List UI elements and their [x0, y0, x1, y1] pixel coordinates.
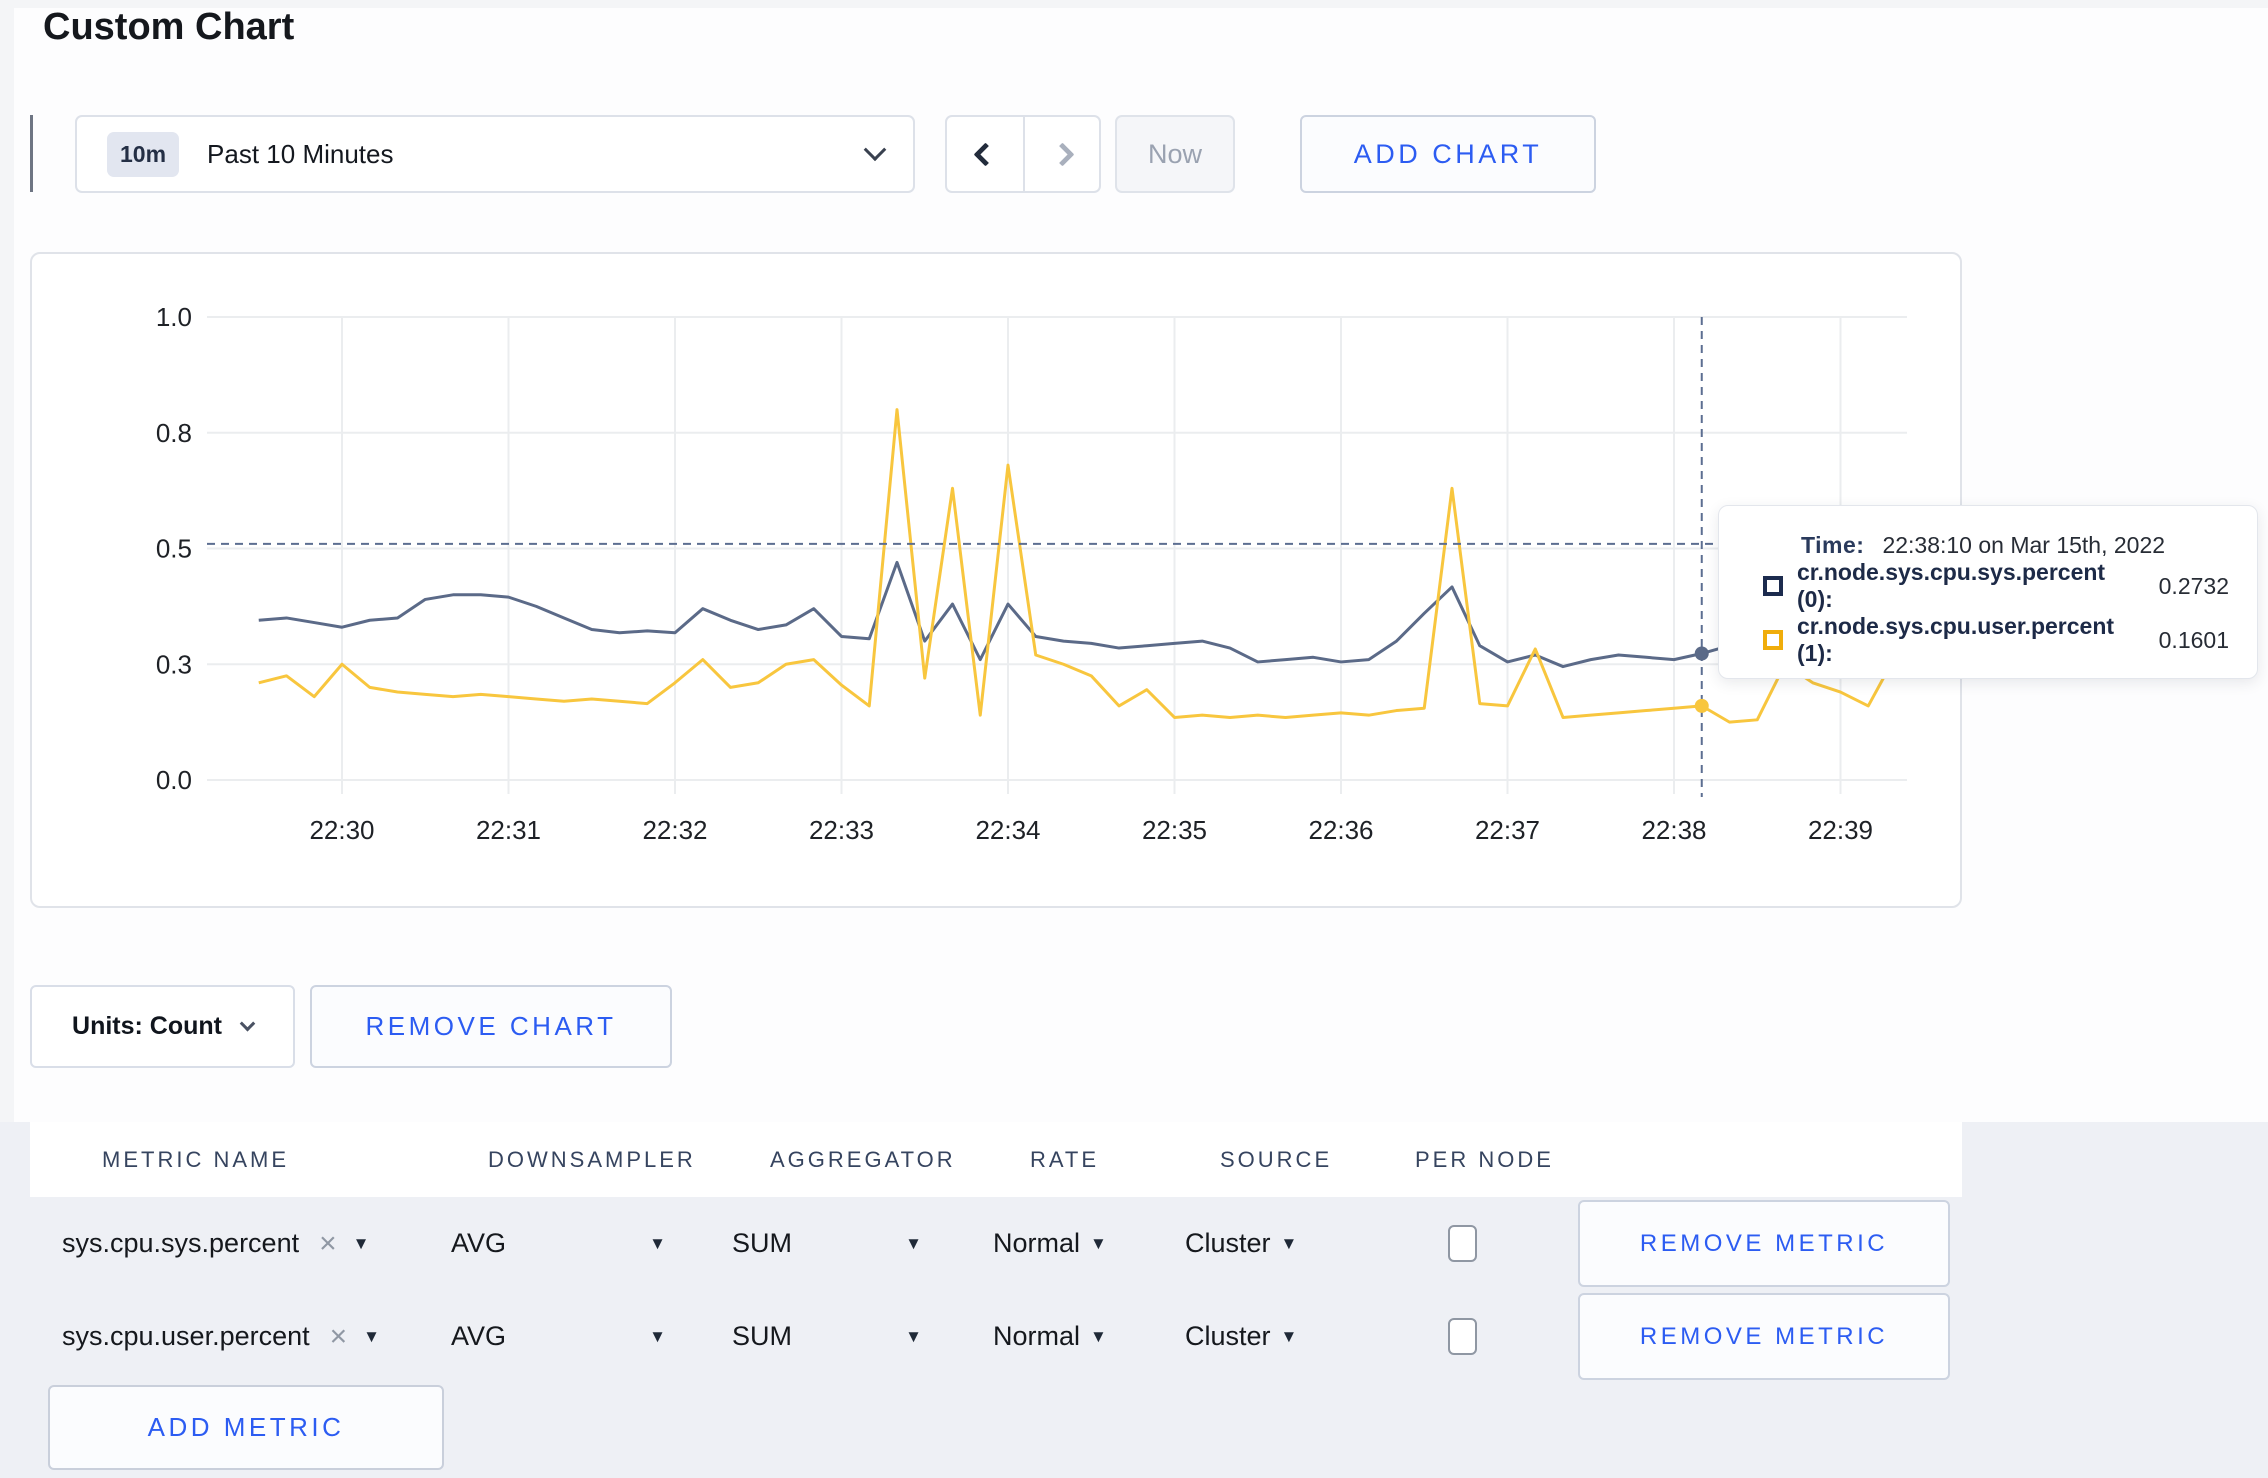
col-header-downsampler: DOWNSAMPLER — [488, 1147, 696, 1172]
timeseries-chart[interactable]: 0.0 0.3 0.5 0.8 1.0 22:30 22:31 22:32 22:33 22:34… — [32, 254, 1960, 906]
svg-text:0.8: 0.8 — [156, 418, 192, 448]
tooltip-time-row: Time: 22:38:10 on Mar 15th, 2022 — [1801, 532, 2229, 559]
series-sys-swatch-icon — [1763, 576, 1783, 596]
tooltip-series-label: cr.node.sys.cpu.user.percent (1): — [1797, 613, 2115, 666]
tooltip-series-value: 0.2732 — [2158, 572, 2229, 599]
source-value: Cluster — [1185, 1228, 1271, 1258]
downsampler-select[interactable]: AVG ▼ — [451, 1197, 666, 1290]
tooltip-series-row: cr.node.sys.cpu.user.percent (1): 0.1601 — [1763, 613, 2229, 667]
chevron-left-icon — [972, 141, 998, 167]
col-header-per-node: PER NODE — [1415, 1147, 1554, 1172]
metrics-section: METRIC NAME DOWNSAMPLER AGGREGATOR RATE … — [0, 1122, 2268, 1478]
rate-select[interactable]: Normal ▼ — [993, 1197, 1107, 1290]
svg-text:22:30: 22:30 — [309, 815, 374, 845]
chart-card: 0.0 0.3 0.5 0.8 1.0 22:30 22:31 22:32 22:33 22:34… — [30, 252, 1962, 908]
per-node-cell — [1448, 1290, 1477, 1383]
per-node-cell — [1448, 1197, 1477, 1290]
aggregator-select[interactable]: SUM ▼ — [732, 1197, 922, 1290]
metrics-table-header: METRIC NAME DOWNSAMPLER AGGREGATOR RATE … — [30, 1122, 1962, 1197]
remove-metric-button[interactable]: REMOVE METRIC — [1578, 1200, 1950, 1287]
tooltip-time-value: 22:38:10 on Mar 15th, 2022 — [1882, 532, 2166, 558]
clear-metric-icon[interactable]: × — [319, 1227, 337, 1261]
downsampler-value: AVG — [451, 1321, 507, 1351]
source-select[interactable]: Cluster ▼ — [1185, 1290, 1297, 1383]
per-node-checkbox[interactable] — [1448, 1225, 1477, 1262]
aggregator-value: SUM — [732, 1228, 792, 1258]
tooltip-series-value: 0.1601 — [2158, 626, 2229, 653]
dropdown-arrow-icon: ▼ — [905, 1233, 922, 1253]
metric-name-select[interactable]: sys.cpu.sys.percent × ▼ — [62, 1197, 369, 1290]
col-header-metric-name: METRIC NAME — [102, 1147, 289, 1172]
aggregator-select[interactable]: SUM ▼ — [732, 1290, 922, 1383]
add-chart-button[interactable]: ADD CHART — [1300, 115, 1596, 193]
svg-text:22:31: 22:31 — [476, 815, 541, 845]
source-value: Cluster — [1185, 1321, 1271, 1351]
time-range-dropdown[interactable]: 10m Past 10 Minutes — [75, 115, 915, 193]
next-time-button[interactable] — [1023, 117, 1099, 191]
aggregator-value: SUM — [732, 1321, 792, 1351]
rate-value: Normal — [993, 1321, 1081, 1351]
dropdown-arrow-icon: ▼ — [352, 1233, 370, 1253]
dropdown-arrow-icon: ▼ — [649, 1326, 666, 1346]
svg-text:0.0: 0.0 — [156, 765, 192, 795]
svg-text:22:38: 22:38 — [1641, 815, 1706, 845]
svg-text:0.3: 0.3 — [156, 649, 192, 679]
tooltip-series-label: cr.node.sys.cpu.sys.percent (0): — [1797, 559, 2106, 612]
col-header-rate: RATE — [1030, 1147, 1100, 1172]
dropdown-arrow-icon: ▼ — [363, 1326, 380, 1346]
dropdown-arrow-icon: ▼ — [1280, 1326, 1298, 1346]
metric-name-value: sys.cpu.sys.percent — [62, 1228, 300, 1258]
now-button[interactable]: Now — [1115, 115, 1235, 193]
tooltip-series-row: cr.node.sys.cpu.sys.percent (0): 0.2732 — [1763, 559, 2229, 613]
metric-name-select[interactable]: sys.cpu.user.percent × ▼ — [62, 1290, 380, 1383]
svg-text:22:37: 22:37 — [1475, 815, 1540, 845]
series-user-swatch-icon — [1763, 630, 1783, 650]
col-header-source: SOURCE — [1220, 1147, 1333, 1172]
dropdown-arrow-icon: ▼ — [649, 1233, 666, 1253]
source-select[interactable]: Cluster ▼ — [1185, 1197, 1297, 1290]
time-range-label: Past 10 Minutes — [207, 138, 394, 169]
time-range-badge: 10m — [107, 131, 180, 177]
chevron-down-icon — [863, 138, 887, 162]
chart-tooltip: Time: 22:38:10 on Mar 15th, 2022 cr.node… — [1718, 505, 2258, 679]
svg-text:22:33: 22:33 — [809, 815, 874, 845]
svg-text:22:32: 22:32 — [642, 815, 707, 845]
chevron-right-icon — [1049, 141, 1075, 167]
svg-text:1.0: 1.0 — [156, 302, 192, 332]
page-title: Custom Chart — [43, 6, 295, 48]
dropdown-arrow-icon: ▼ — [1090, 1233, 1107, 1253]
table-row: sys.cpu.user.percent × ▼ AVG ▼ SUM ▼ Nor… — [0, 1290, 2268, 1383]
units-dropdown[interactable]: Units: Count — [30, 985, 295, 1068]
downsampler-select[interactable]: AVG ▼ — [451, 1290, 666, 1383]
time-step-buttons — [945, 115, 1101, 193]
dropdown-arrow-icon: ▼ — [1090, 1326, 1107, 1346]
svg-text:22:34: 22:34 — [975, 815, 1040, 845]
svg-text:22:35: 22:35 — [1142, 815, 1207, 845]
rate-value: Normal — [993, 1228, 1081, 1258]
rate-select[interactable]: Normal ▼ — [993, 1290, 1107, 1383]
metric-name-value: sys.cpu.user.percent — [62, 1321, 310, 1351]
downsampler-value: AVG — [451, 1228, 507, 1258]
per-node-checkbox[interactable] — [1448, 1318, 1477, 1355]
chevron-down-icon — [239, 1015, 256, 1032]
svg-text:0.5: 0.5 — [156, 534, 192, 564]
clear-metric-icon[interactable]: × — [330, 1320, 348, 1354]
prev-time-button[interactable] — [947, 117, 1023, 191]
col-header-aggregator: AGGREGATOR — [770, 1147, 956, 1172]
dropdown-arrow-icon: ▼ — [905, 1326, 922, 1346]
remove-metric-button[interactable]: REMOVE METRIC — [1578, 1293, 1950, 1380]
svg-text:22:39: 22:39 — [1808, 815, 1873, 845]
remove-chart-button[interactable]: REMOVE CHART — [310, 985, 672, 1068]
units-label: Units: Count — [72, 1012, 222, 1040]
tooltip-time-label: Time: — [1801, 532, 1865, 558]
svg-text:22:36: 22:36 — [1308, 815, 1373, 845]
add-metric-button[interactable]: ADD METRIC — [48, 1385, 444, 1470]
table-row: sys.cpu.sys.percent × ▼ AVG ▼ SUM ▼ Norm… — [0, 1197, 2268, 1290]
dropdown-arrow-icon: ▼ — [1280, 1233, 1298, 1253]
toolbar-left-divider — [30, 115, 33, 192]
